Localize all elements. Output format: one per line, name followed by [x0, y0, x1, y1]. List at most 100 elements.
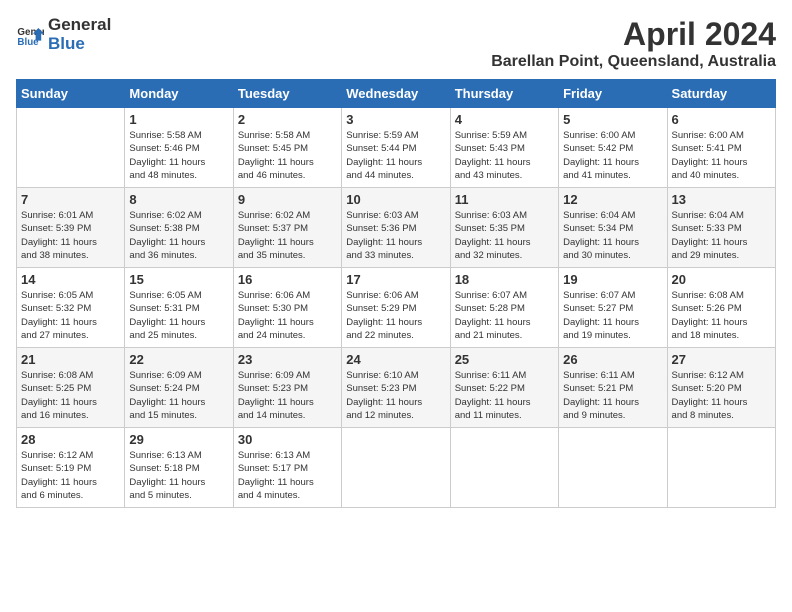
- calendar-cell: 30 Sunrise: 6:13 AM Sunset: 5:17 PM Dayli…: [233, 428, 341, 508]
- day-number: 14: [21, 272, 120, 287]
- calendar-cell: 24Sunrise: 6:10 AM Sunset: 5:23 PM Dayli…: [342, 348, 450, 428]
- day-info: Sunrise: 6:08 AM Sunset: 5:25 PM Dayligh…: [21, 369, 120, 422]
- header: General Blue General Blue April 2024 Bar…: [16, 16, 776, 71]
- day-info: Sunrise: 5:58 AM Sunset: 5:46 PM Dayligh…: [129, 129, 228, 182]
- day-info: Sunrise: 6:04 AM Sunset: 5:34 PM Dayligh…: [563, 209, 662, 262]
- calendar-cell: 21Sunrise: 6:08 AM Sunset: 5:25 PM Dayli…: [17, 348, 125, 428]
- day-number: 16: [238, 272, 337, 287]
- calendar-table: SundayMondayTuesdayWednesdayThursdayFrid…: [16, 79, 776, 508]
- day-number: 1: [129, 112, 228, 127]
- day-number: 11: [455, 192, 554, 207]
- calendar-cell: 22 Sunrise: 6:09 AM Sunset: 5:24 PM Dayli…: [125, 348, 233, 428]
- day-number: 5: [563, 112, 662, 127]
- day-info: Sunrise: 6:09 AM Sunset: 5:24 PM Dayligh…: [129, 369, 228, 422]
- day-of-week-header: Monday: [125, 80, 233, 108]
- day-number: 20: [672, 272, 771, 287]
- calendar-cell: 20 Sunrise: 6:08 AM Sunset: 5:26 PM Dayli…: [667, 268, 775, 348]
- day-info: Sunrise: 6:06 AM Sunset: 5:30 PM Dayligh…: [238, 289, 337, 342]
- calendar-cell: 12 Sunrise: 6:04 AM Sunset: 5:34 PM Dayli…: [559, 188, 667, 268]
- day-number: 9: [238, 192, 337, 207]
- day-info: Sunrise: 6:11 AM Sunset: 5:21 PM Dayligh…: [563, 369, 662, 422]
- day-number: 10: [346, 192, 445, 207]
- day-number: 19: [563, 272, 662, 287]
- day-number: 12: [563, 192, 662, 207]
- day-info: Sunrise: 6:05 AM Sunset: 5:31 PM Dayligh…: [129, 289, 228, 342]
- calendar-cell: 6 Sunrise: 6:00 AM Sunset: 5:41 PM Daylig…: [667, 108, 775, 188]
- day-of-week-header: Sunday: [17, 80, 125, 108]
- calendar-cell: 23 Sunrise: 6:09 AM Sunset: 5:23 PM Dayli…: [233, 348, 341, 428]
- day-info: Sunrise: 6:07 AM Sunset: 5:27 PM Dayligh…: [563, 289, 662, 342]
- day-info: Sunrise: 6:11 AM Sunset: 5:22 PM Dayligh…: [455, 369, 554, 422]
- calendar-cell: [342, 428, 450, 508]
- day-info: Sunrise: 6:07 AM Sunset: 5:28 PM Dayligh…: [455, 289, 554, 342]
- day-info: Sunrise: 6:02 AM Sunset: 5:38 PM Dayligh…: [129, 209, 228, 262]
- day-of-week-header: Saturday: [667, 80, 775, 108]
- calendar-cell: 13 Sunrise: 6:04 AM Sunset: 5:33 PM Dayli…: [667, 188, 775, 268]
- calendar-cell: 4 Sunrise: 5:59 AM Sunset: 5:43 PM Daylig…: [450, 108, 558, 188]
- day-info: Sunrise: 5:59 AM Sunset: 5:43 PM Dayligh…: [455, 129, 554, 182]
- day-number: 29: [129, 432, 228, 447]
- logo: General Blue General Blue: [16, 16, 111, 53]
- calendar-cell: [559, 428, 667, 508]
- day-of-week-header: Thursday: [450, 80, 558, 108]
- calendar-cell: 9 Sunrise: 6:02 AM Sunset: 5:37 PM Daylig…: [233, 188, 341, 268]
- day-number: 28: [21, 432, 120, 447]
- day-number: 30: [238, 432, 337, 447]
- day-info: Sunrise: 6:10 AM Sunset: 5:23 PM Dayligh…: [346, 369, 445, 422]
- calendar-cell: 27 Sunrise: 6:12 AM Sunset: 5:20 PM Dayli…: [667, 348, 775, 428]
- day-info: Sunrise: 6:00 AM Sunset: 5:41 PM Dayligh…: [672, 129, 771, 182]
- calendar-cell: 11 Sunrise: 6:03 AM Sunset: 5:35 PM Dayli…: [450, 188, 558, 268]
- day-of-week-header: Wednesday: [342, 80, 450, 108]
- logo-general-text: General: [48, 16, 111, 35]
- day-number: 8: [129, 192, 228, 207]
- location-title: Barellan Point, Queensland, Australia: [491, 53, 776, 71]
- calendar-week-row: 28 Sunrise: 6:12 AM Sunset: 5:19 PM Dayli…: [17, 428, 776, 508]
- day-info: Sunrise: 6:04 AM Sunset: 5:33 PM Dayligh…: [672, 209, 771, 262]
- calendar-cell: 10 Sunrise: 6:03 AM Sunset: 5:36 PM Dayli…: [342, 188, 450, 268]
- day-info: Sunrise: 6:03 AM Sunset: 5:36 PM Dayligh…: [346, 209, 445, 262]
- calendar-header-row: SundayMondayTuesdayWednesdayThursdayFrid…: [17, 80, 776, 108]
- day-info: Sunrise: 6:03 AM Sunset: 5:35 PM Dayligh…: [455, 209, 554, 262]
- day-number: 6: [672, 112, 771, 127]
- calendar-cell: 19 Sunrise: 6:07 AM Sunset: 5:27 PM Dayli…: [559, 268, 667, 348]
- day-number: 26: [563, 352, 662, 367]
- title-area: April 2024 Barellan Point, Queensland, A…: [491, 16, 776, 71]
- day-info: Sunrise: 6:00 AM Sunset: 5:42 PM Dayligh…: [563, 129, 662, 182]
- day-info: Sunrise: 6:12 AM Sunset: 5:20 PM Dayligh…: [672, 369, 771, 422]
- day-info: Sunrise: 6:13 AM Sunset: 5:17 PM Dayligh…: [238, 449, 337, 502]
- calendar-cell: 7Sunrise: 6:01 AM Sunset: 5:39 PM Daylig…: [17, 188, 125, 268]
- calendar-cell: 16 Sunrise: 6:06 AM Sunset: 5:30 PM Dayli…: [233, 268, 341, 348]
- calendar-cell: 28 Sunrise: 6:12 AM Sunset: 5:19 PM Dayli…: [17, 428, 125, 508]
- calendar-cell: 14Sunrise: 6:05 AM Sunset: 5:32 PM Dayli…: [17, 268, 125, 348]
- day-info: Sunrise: 6:12 AM Sunset: 5:19 PM Dayligh…: [21, 449, 120, 502]
- calendar-week-row: 1 Sunrise: 5:58 AM Sunset: 5:46 PM Daylig…: [17, 108, 776, 188]
- calendar-cell: 15Sunrise: 6:05 AM Sunset: 5:31 PM Dayli…: [125, 268, 233, 348]
- day-number: 22: [129, 352, 228, 367]
- day-number: 2: [238, 112, 337, 127]
- day-info: Sunrise: 6:08 AM Sunset: 5:26 PM Dayligh…: [672, 289, 771, 342]
- month-title: April 2024: [491, 16, 776, 53]
- day-info: Sunrise: 6:06 AM Sunset: 5:29 PM Dayligh…: [346, 289, 445, 342]
- day-number: 23: [238, 352, 337, 367]
- calendar-cell: 26 Sunrise: 6:11 AM Sunset: 5:21 PM Dayli…: [559, 348, 667, 428]
- calendar-cell: 2 Sunrise: 5:58 AM Sunset: 5:45 PM Daylig…: [233, 108, 341, 188]
- day-number: 27: [672, 352, 771, 367]
- day-info: Sunrise: 6:02 AM Sunset: 5:37 PM Dayligh…: [238, 209, 337, 262]
- calendar-week-row: 7Sunrise: 6:01 AM Sunset: 5:39 PM Daylig…: [17, 188, 776, 268]
- calendar-cell: [450, 428, 558, 508]
- day-number: 4: [455, 112, 554, 127]
- day-info: Sunrise: 6:09 AM Sunset: 5:23 PM Dayligh…: [238, 369, 337, 422]
- day-number: 7: [21, 192, 120, 207]
- calendar-week-row: 14Sunrise: 6:05 AM Sunset: 5:32 PM Dayli…: [17, 268, 776, 348]
- day-info: Sunrise: 5:59 AM Sunset: 5:44 PM Dayligh…: [346, 129, 445, 182]
- calendar-cell: 3Sunrise: 5:59 AM Sunset: 5:44 PM Daylig…: [342, 108, 450, 188]
- calendar-cell: [17, 108, 125, 188]
- day-number: 13: [672, 192, 771, 207]
- day-info: Sunrise: 5:58 AM Sunset: 5:45 PM Dayligh…: [238, 129, 337, 182]
- calendar-cell: 8 Sunrise: 6:02 AM Sunset: 5:38 PM Daylig…: [125, 188, 233, 268]
- calendar-cell: 5 Sunrise: 6:00 AM Sunset: 5:42 PM Daylig…: [559, 108, 667, 188]
- calendar-cell: [667, 428, 775, 508]
- calendar-cell: 29 Sunrise: 6:13 AM Sunset: 5:18 PM Dayli…: [125, 428, 233, 508]
- day-info: Sunrise: 6:13 AM Sunset: 5:18 PM Dayligh…: [129, 449, 228, 502]
- calendar-cell: 18Sunrise: 6:07 AM Sunset: 5:28 PM Dayli…: [450, 268, 558, 348]
